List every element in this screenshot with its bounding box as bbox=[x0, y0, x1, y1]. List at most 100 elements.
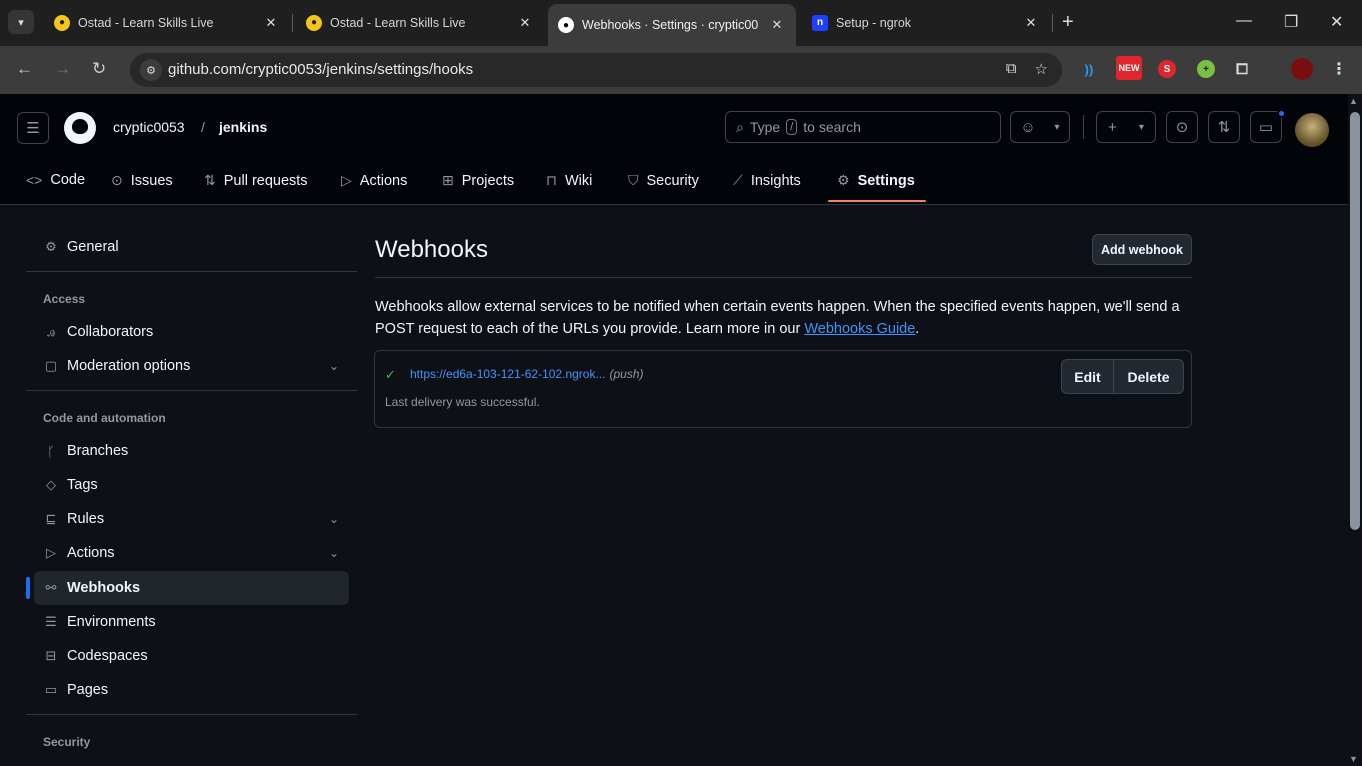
tab-issues[interactable]: ⊙ Issues bbox=[111, 172, 173, 189]
search-placeholder-prefix: Type bbox=[749, 119, 781, 135]
minimize-icon[interactable]: — bbox=[1236, 12, 1252, 30]
tab-label: Settings bbox=[857, 172, 915, 189]
book-icon: ⊓ bbox=[546, 172, 557, 188]
browser-tab-active[interactable]: ● Webhooks · Settings · cryptic00 ✕ bbox=[548, 4, 796, 46]
new-tab-icon[interactable]: + bbox=[1062, 11, 1074, 34]
tab-security[interactable]: ⛉ Security bbox=[628, 172, 699, 189]
sidebar-item-general[interactable]: ⚙ General bbox=[34, 230, 349, 264]
tab-pull-requests[interactable]: ⇅ Pull requests bbox=[204, 172, 308, 189]
code-icon: <> bbox=[26, 172, 43, 188]
sidebar-item-branches[interactable]: ᚴ Branches bbox=[34, 434, 349, 468]
header-divider bbox=[1083, 115, 1084, 139]
sidebar-item-moderation-options[interactable]: ▢ Moderation options ⌄ bbox=[34, 349, 349, 383]
pull-requests-button[interactable]: ⇅ bbox=[1208, 111, 1240, 143]
copilot-icon: ☺ bbox=[1020, 118, 1036, 136]
extension-plus-icon[interactable]: + bbox=[1197, 60, 1215, 78]
scrollbar-thumb[interactable] bbox=[1350, 112, 1360, 530]
sidebar-item-environments[interactable]: ☰ Environments bbox=[34, 605, 349, 639]
tab-wiki[interactable]: ⊓ Wiki bbox=[546, 172, 592, 189]
sidebar-item-codespaces[interactable]: ⊟ Codespaces bbox=[34, 639, 349, 673]
tab-title: Webhooks · Settings · cryptic00 bbox=[582, 18, 759, 32]
sidebar-item-webhooks[interactable]: ⚯ Webhooks bbox=[34, 571, 349, 605]
browser-menu-icon[interactable]: ⋮ bbox=[1330, 60, 1348, 78]
issues-button[interactable]: ⊙ bbox=[1166, 111, 1198, 143]
tab-divider bbox=[292, 14, 293, 32]
copilot-button[interactable]: ☺ ▾ bbox=[1010, 111, 1070, 143]
add-webhook-button[interactable]: Add webhook bbox=[1092, 234, 1192, 265]
sidebar-item-label: Pages bbox=[67, 682, 109, 698]
description-text: Webhooks allow external services to be n… bbox=[375, 299, 1180, 337]
repo-owner-link[interactable]: cryptic0053 bbox=[113, 119, 185, 135]
people-icon: ꭿ bbox=[47, 324, 55, 339]
tab-settings[interactable]: ⚙ Settings bbox=[837, 172, 915, 189]
sidebar-heading-security: Security bbox=[43, 735, 91, 749]
sidebar-item-tags[interactable]: ◇ Tags bbox=[34, 468, 349, 502]
back-icon[interactable]: ← bbox=[16, 59, 33, 79]
sidebar-item-rules[interactable]: ⊑ Rules ⌄ bbox=[34, 502, 349, 536]
browser-tab[interactable]: ● Ostad - Learn Skills Live ✕ bbox=[44, 5, 290, 40]
play-icon: ▷ bbox=[341, 172, 352, 188]
search-input[interactable]: ⌕ Type / to search bbox=[725, 111, 1001, 143]
tab-code[interactable]: <> Code bbox=[26, 172, 85, 188]
scroll-down-icon[interactable]: ▼ bbox=[1349, 754, 1358, 764]
tag-icon: ◇ bbox=[46, 477, 56, 492]
sidebar-item-collaborators[interactable]: ꭿ Collaborators bbox=[34, 315, 349, 349]
extensions-puzzle-icon[interactable]: ⧠ bbox=[1233, 60, 1251, 78]
github-logo-icon[interactable] bbox=[64, 112, 96, 144]
webhooks-guide-link[interactable]: Webhooks Guide bbox=[804, 321, 915, 337]
pull-request-icon: ⇅ bbox=[1217, 119, 1231, 136]
delete-button[interactable]: Delete bbox=[1114, 360, 1183, 393]
restore-icon[interactable]: ❐ bbox=[1284, 12, 1298, 32]
tab-label: Insights bbox=[750, 172, 801, 189]
github-header: ☰ cryptic0053 / jenkins ⌕ Type / to sear… bbox=[0, 94, 1348, 205]
notification-dot bbox=[1277, 109, 1286, 118]
site-settings-icon[interactable]: ⚙ bbox=[140, 59, 162, 81]
tab-actions[interactable]: ▷ Actions bbox=[341, 172, 407, 189]
install-app-icon[interactable]: ⧉ bbox=[1006, 60, 1017, 78]
close-icon[interactable]: ✕ bbox=[262, 15, 280, 31]
forward-icon[interactable]: → bbox=[54, 59, 71, 79]
new-extension-icon[interactable]: NEW bbox=[1116, 56, 1142, 80]
selected-tab-underline bbox=[828, 200, 926, 202]
window-close-icon[interactable]: ✕ bbox=[1330, 12, 1343, 32]
read-aloud-extension-icon[interactable]: )) bbox=[1080, 60, 1098, 78]
tab-projects[interactable]: ⊞ Projects bbox=[442, 172, 514, 189]
create-new-button[interactable]: + ▾ bbox=[1096, 111, 1156, 143]
scroll-up-icon[interactable]: ▲ bbox=[1349, 96, 1358, 106]
inbox-icon: ▭ bbox=[1258, 119, 1274, 136]
sidebar-item-label: Collaborators bbox=[67, 324, 154, 340]
tab-label: Issues bbox=[130, 172, 173, 189]
repo-name-link[interactable]: jenkins bbox=[219, 119, 267, 135]
plus-icon: + bbox=[1108, 118, 1117, 136]
browser-tab[interactable]: n Setup - ngrok ✕ bbox=[802, 5, 1050, 40]
search-placeholder-suffix: to search bbox=[803, 119, 861, 135]
tab-divider bbox=[1052, 14, 1053, 32]
sidebar-item-label: Tags bbox=[67, 477, 98, 493]
tab-insights[interactable]: ⟋ Insights bbox=[733, 172, 801, 189]
sidebar-divider bbox=[26, 271, 357, 272]
hamburger-menu-icon[interactable]: ☰ bbox=[17, 112, 49, 144]
address-bar[interactable]: ⚙ github.com/cryptic0053/jenkins/setting… bbox=[130, 53, 1062, 87]
close-icon[interactable]: ✕ bbox=[768, 17, 786, 33]
bookmark-star-icon[interactable]: ☆ bbox=[1035, 60, 1048, 78]
chevron-down-icon: ⌄ bbox=[328, 512, 339, 526]
webhook-url-link[interactable]: https://ed6a-103-121-62-102.ngrok... bbox=[410, 367, 605, 381]
breadcrumb-separator: / bbox=[201, 119, 205, 135]
extension-s-icon[interactable]: S bbox=[1158, 60, 1176, 78]
ostad-icon: ● bbox=[306, 14, 322, 31]
sidebar-item-label: General bbox=[67, 239, 119, 255]
profile-avatar[interactable] bbox=[1291, 58, 1313, 80]
browser-tab[interactable]: ● Ostad - Learn Skills Live ✕ bbox=[296, 5, 544, 40]
github-icon: ● bbox=[558, 17, 574, 33]
reload-icon[interactable]: ↻ bbox=[92, 59, 106, 79]
avatar[interactable] bbox=[1295, 113, 1329, 147]
sidebar-item-actions[interactable]: ▷ Actions ⌄ bbox=[34, 536, 349, 570]
edit-button[interactable]: Edit bbox=[1062, 360, 1114, 393]
chevron-down-icon: ⌄ bbox=[328, 546, 339, 560]
close-icon[interactable]: ✕ bbox=[1022, 15, 1040, 31]
close-icon[interactable]: ✕ bbox=[516, 15, 534, 31]
sidebar-item-label: Branches bbox=[67, 443, 129, 459]
sidebar-item-pages[interactable]: ▭ Pages bbox=[34, 673, 349, 707]
issue-icon: ⊙ bbox=[111, 172, 123, 188]
tab-search-dropdown-icon[interactable]: ▾ bbox=[8, 10, 34, 34]
